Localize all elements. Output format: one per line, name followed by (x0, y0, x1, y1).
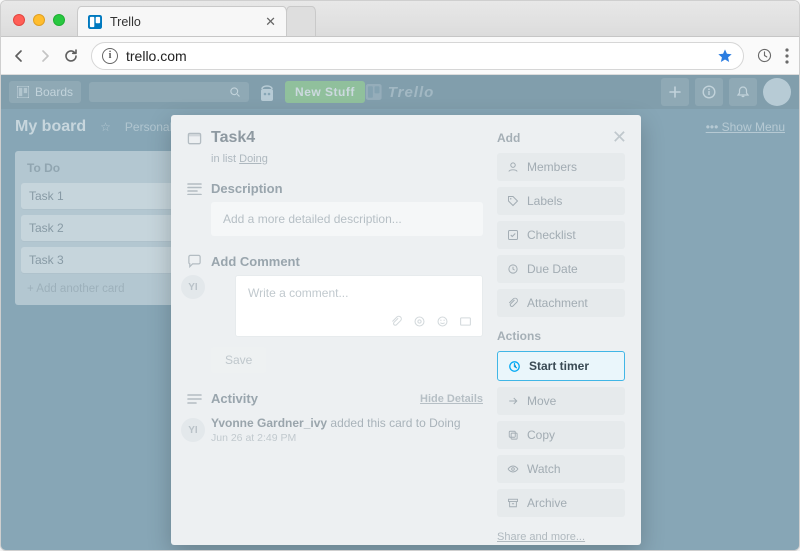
add-checklist-button[interactable]: Checklist (497, 221, 625, 249)
browser-menu-icon[interactable] (785, 48, 789, 64)
bookmark-star-icon[interactable] (717, 48, 733, 64)
description-icon (187, 183, 203, 195)
activity-time: Jun 26 at 2:49 PM (211, 432, 483, 444)
address-bar: i trello.com (1, 37, 799, 75)
hide-details-link[interactable]: Hide Details (420, 393, 483, 405)
add-labels-button[interactable]: Labels (497, 187, 625, 215)
copy-label: Copy (527, 428, 555, 442)
comment-placeholder: Write a comment... (248, 286, 348, 300)
clockify-icon (508, 360, 521, 373)
add-section-title: Add (497, 131, 625, 145)
card-sublist: in list Doing (211, 153, 483, 165)
watch-button[interactable]: Watch (497, 455, 625, 483)
due-date-icon (507, 263, 519, 275)
activity-action: added this card to Doing (330, 416, 460, 430)
labels-label: Labels (527, 194, 562, 208)
archive-label: Archive (527, 496, 567, 510)
trello-app: Boards New Stuff Trello (1, 75, 799, 550)
nav-controls (11, 48, 79, 64)
extension-icons (756, 47, 789, 64)
activity-icon (187, 393, 203, 405)
comment-icon (187, 254, 203, 269)
traffic-lights (1, 14, 77, 36)
site-info-icon[interactable]: i (102, 48, 118, 64)
activity-item: YI Yvonne Gardner_ivy added this card to… (211, 416, 483, 444)
url-text: trello.com (126, 48, 709, 64)
new-tab-button[interactable] (286, 6, 316, 36)
watch-label: Watch (527, 462, 561, 476)
in-list-prefix: in list (211, 153, 236, 165)
window-titlebar: Trello ✕ (1, 1, 799, 37)
close-window-button[interactable] (13, 14, 25, 26)
browser-tabs: Trello ✕ (77, 1, 315, 36)
start-timer-button[interactable]: Start timer (497, 351, 625, 381)
archive-icon (507, 497, 519, 509)
browser-window: Trello ✕ i trello.com (0, 0, 800, 551)
close-modal-button[interactable]: ✕ (612, 127, 627, 148)
add-comment-label: Add Comment (211, 254, 300, 269)
actions-section-title: Actions (497, 329, 625, 343)
move-button[interactable]: Move (497, 387, 625, 415)
watch-icon (507, 463, 519, 475)
copy-button[interactable]: Copy (497, 421, 625, 449)
browser-tab-active[interactable]: Trello ✕ (77, 6, 287, 36)
copy-icon (507, 429, 519, 441)
checklist-icon (507, 229, 519, 241)
tab-close-icon[interactable]: ✕ (265, 14, 276, 30)
card-title-icon (187, 131, 203, 146)
attach-icon[interactable] (390, 315, 403, 328)
save-comment-button[interactable]: Save (211, 347, 266, 373)
tab-title: Trello (110, 15, 257, 29)
mention-icon[interactable] (413, 315, 426, 328)
archive-button[interactable]: Archive (497, 489, 625, 517)
attachment-icon (507, 297, 519, 309)
url-field[interactable]: i trello.com (91, 42, 744, 70)
checklist-label: Checklist (527, 228, 576, 242)
add-attachment-button[interactable]: Attachment (497, 289, 625, 317)
card-icon[interactable] (459, 315, 472, 328)
members-label: Members (527, 160, 577, 174)
clockify-extension-icon[interactable] (756, 47, 773, 64)
move-icon (507, 395, 519, 407)
card-modal: ✕ Task4 in list Doing Description Add a … (171, 115, 641, 545)
members-icon (507, 161, 519, 173)
move-label: Move (527, 394, 556, 408)
start-timer-label: Start timer (529, 359, 589, 373)
trello-favicon-icon (88, 15, 102, 29)
activity-user[interactable]: Yvonne Gardner_ivy (211, 416, 327, 430)
reload-button[interactable] (63, 48, 79, 64)
due-date-label: Due Date (527, 262, 578, 276)
add-members-button[interactable]: Members (497, 153, 625, 181)
comment-avatar: YI (181, 275, 205, 299)
zoom-window-button[interactable] (53, 14, 65, 26)
back-button[interactable] (11, 48, 27, 64)
card-title[interactable]: Task4 (211, 129, 255, 147)
activity-avatar: YI (181, 418, 205, 442)
share-link[interactable]: Share and more... (497, 531, 585, 543)
emoji-icon[interactable] (436, 315, 449, 328)
description-input[interactable]: Add a more detailed description... (211, 202, 483, 236)
attachment-label: Attachment (527, 296, 588, 310)
description-label: Description (211, 181, 283, 196)
in-list-link[interactable]: Doing (239, 153, 268, 165)
comment-input[interactable]: Write a comment... (235, 275, 483, 337)
add-duedate-button[interactable]: Due Date (497, 255, 625, 283)
labels-icon (507, 195, 519, 207)
minimize-window-button[interactable] (33, 14, 45, 26)
forward-button[interactable] (37, 48, 53, 64)
activity-label: Activity (211, 391, 258, 406)
